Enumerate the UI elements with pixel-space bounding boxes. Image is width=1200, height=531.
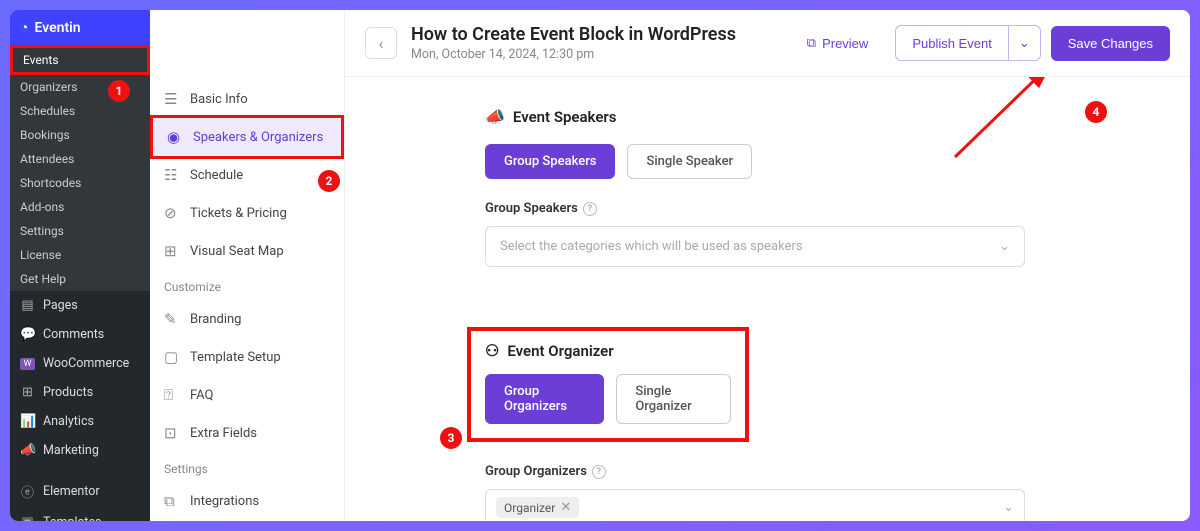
tab-single-organizer[interactable]: Single Organizer <box>616 374 731 424</box>
annotation-badge-1: 1 <box>108 80 130 102</box>
organizer-icon: ⚇ <box>485 341 499 360</box>
back-button[interactable]: ‹ <box>365 27 397 59</box>
tab-group-speakers[interactable]: Group Speakers <box>485 144 615 179</box>
annotation-badge-2: 2 <box>318 170 340 192</box>
sidebar-item-settings[interactable]: Settings <box>10 219 150 243</box>
templates-icon: ▣ <box>20 515 35 521</box>
sec-item-basic-info[interactable]: ☰Basic Info <box>150 80 344 118</box>
wp-menu-analytics[interactable]: 📊Analytics <box>10 407 150 436</box>
seatmap-icon: ⊞ <box>164 242 180 260</box>
sidebar-item-license[interactable]: License <box>10 243 150 267</box>
sec-item-seatmap[interactable]: ⊞Visual Seat Map <box>150 232 344 270</box>
page-title: How to Create Event Block in WordPress <box>411 24 736 45</box>
sec-item-faq[interactable]: ⍰FAQ <box>150 376 344 414</box>
wp-menu-templates[interactable]: ▣Templates <box>10 508 150 521</box>
chevron-down-icon: ⌄ <box>1019 35 1030 51</box>
eventin-icon: ◔ <box>20 19 28 36</box>
organizer-block-title: ⚇ Event Organizer <box>485 341 731 360</box>
woo-icon: W <box>20 358 35 370</box>
pages-icon: ▤ <box>20 298 35 313</box>
annotation-arrow <box>945 77 1065 167</box>
sec-head-settings: Settings <box>150 452 344 482</box>
sidebar-item-shortcodes[interactable]: Shortcodes <box>10 171 150 195</box>
chevron-down-icon: ⌄ <box>999 239 1010 254</box>
sec-item-branding[interactable]: ✎Branding <box>150 300 344 338</box>
wp-menu-elementor[interactable]: ⓔElementor <box>10 475 150 508</box>
faq-icon: ⍰ <box>164 386 180 404</box>
sidebar-item-attendees[interactable]: Attendees <box>10 147 150 171</box>
chip-remove-icon[interactable]: ✕ <box>560 500 571 515</box>
group-speakers-label: Group Speakers ? <box>485 201 1190 216</box>
wp-menu-comments[interactable]: 💬Comments <box>10 320 150 349</box>
sec-head-customize: Customize <box>150 270 344 300</box>
sidebar-item-schedules[interactable]: Schedules <box>10 99 150 123</box>
sec-item-schedule[interactable]: ☷Schedule <box>150 156 344 194</box>
help-icon[interactable]: ? <box>592 465 606 479</box>
publish-dropdown-button[interactable]: ⌄ <box>1008 25 1041 61</box>
template-icon: ▢ <box>164 348 180 366</box>
sec-item-integrations[interactable]: ⧉Integrations <box>150 482 344 520</box>
publish-button[interactable]: Publish Event <box>895 25 1008 61</box>
annotation-badge-4: 4 <box>1085 101 1107 123</box>
tab-single-speaker[interactable]: Single Speaker <box>627 144 752 179</box>
tab-group-organizers[interactable]: Group Organizers <box>485 374 604 424</box>
wp-menu-products[interactable]: ⊞Products <box>10 378 150 407</box>
info-icon: ☰ <box>164 90 180 108</box>
external-link-icon: ⧉ <box>807 35 816 51</box>
plugin-brand[interactable]: ◔ Eventin <box>10 10 150 45</box>
group-organizers-label: Group Organizers ? <box>485 464 1190 479</box>
branding-icon: ✎ <box>164 310 180 328</box>
chevron-left-icon: ‹ <box>379 34 384 53</box>
sidebar-item-gethelp[interactable]: Get Help <box>10 267 150 291</box>
chevron-down-icon: ⌄ <box>1003 500 1014 515</box>
elementor-icon: ⓔ <box>20 482 35 501</box>
page-subtitle: Mon, October 14, 2024, 12:30 pm <box>411 47 736 62</box>
sec-item-tickets[interactable]: ⊘Tickets & Pricing <box>150 194 344 232</box>
analytics-icon: 📊 <box>20 414 35 429</box>
group-organizers-select[interactable]: Organizer ✕ ⌄ <box>485 489 1025 521</box>
products-icon: ⊞ <box>20 385 35 400</box>
group-speakers-select[interactable]: Select the categories which will be used… <box>485 226 1025 267</box>
preview-button[interactable]: ⧉ Preview <box>790 25 886 61</box>
megaphone-icon: 📣 <box>485 107 505 126</box>
tickets-icon: ⊘ <box>164 204 180 222</box>
wp-menu-woocommerce[interactable]: WWooCommerce <box>10 349 150 378</box>
annotation-badge-3: 3 <box>440 427 462 449</box>
extra-icon: ⊡ <box>164 424 180 442</box>
wp-menu-marketing[interactable]: 📣Marketing <box>10 436 150 465</box>
schedule-icon: ☷ <box>164 166 180 184</box>
sidebar-item-bookings[interactable]: Bookings <box>10 123 150 147</box>
wp-menu-pages[interactable]: ▤Pages <box>10 291 150 320</box>
sec-item-extra-fields[interactable]: ⊡Extra Fields <box>150 414 344 452</box>
save-changes-button[interactable]: Save Changes <box>1051 26 1170 61</box>
help-icon[interactable]: ? <box>583 202 597 216</box>
organizer-chip: Organizer ✕ <box>496 497 579 518</box>
sec-item-rsvp[interactable]: ☑RSVP <box>150 520 344 521</box>
comments-icon: 💬 <box>20 327 35 342</box>
integrations-icon: ⧉ <box>164 492 180 510</box>
sidebar-item-events[interactable]: Events <box>10 45 150 75</box>
sidebar-item-addons[interactable]: Add-ons <box>10 195 150 219</box>
sec-item-speakers-organizers[interactable]: ◉Speakers & Organizers <box>150 115 344 159</box>
brand-label: Eventin <box>34 20 80 36</box>
speakers-icon: ◉ <box>167 128 183 146</box>
marketing-icon: 📣 <box>20 443 35 458</box>
sec-item-template[interactable]: ▢Template Setup <box>150 338 344 376</box>
